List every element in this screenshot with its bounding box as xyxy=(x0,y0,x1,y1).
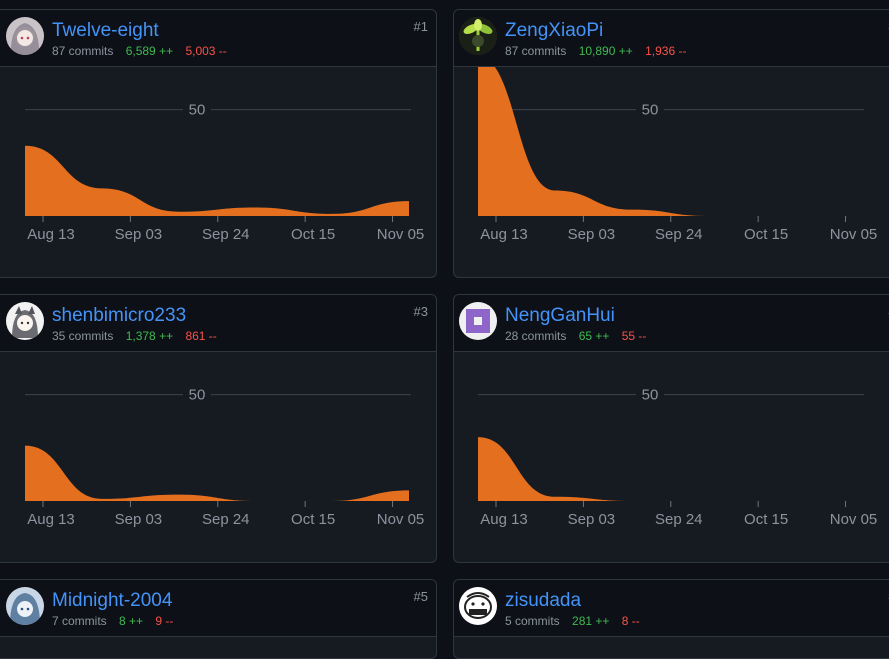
y-tick-label: 50 xyxy=(189,387,206,404)
identicon-avatar-icon[interactable] xyxy=(459,302,497,340)
contributor-username[interactable]: NengGanHui xyxy=(505,305,615,327)
additions-count: 1,378 ++ xyxy=(126,329,173,343)
contribution-area xyxy=(25,146,409,216)
deletions-count: 9 -- xyxy=(155,614,173,628)
card-header: Midnight-2004 7 commits 8 ++ 9 -- #5 xyxy=(0,580,436,637)
deletions-count: 861 -- xyxy=(185,329,216,343)
x-tick-label: Nov 05 xyxy=(377,226,425,243)
x-tick-label: Sep 24 xyxy=(655,226,703,243)
anime-character-avatar-icon[interactable] xyxy=(6,302,44,340)
contributor-stats: 87 commits 10,890 ++ 1,936 -- xyxy=(505,44,686,58)
card-header: shenbimicro233 35 commits 1,378 ++ 861 -… xyxy=(0,295,436,352)
contributor-username[interactable]: zisudada xyxy=(505,590,581,612)
additions-count: 8 ++ xyxy=(119,614,143,628)
contributor-card: zisudada 5 commits 281 ++ 8 -- #6 xyxy=(453,579,889,659)
card-header: Twelve-eight 87 commits 6,589 ++ 5,003 -… xyxy=(0,10,436,67)
contributor-card: Midnight-2004 7 commits 8 ++ 9 -- #5 xyxy=(0,579,437,659)
contributor-card: NengGanHui 28 commits 65 ++ 55 -- #4 50 A… xyxy=(453,294,889,563)
x-tick-label: Sep 24 xyxy=(202,511,250,528)
plant-figure-avatar-icon[interactable] xyxy=(459,17,497,55)
additions-count: 281 ++ xyxy=(572,614,609,628)
y-tick-label: 50 xyxy=(642,102,659,119)
contributor-rank: #1 xyxy=(414,19,428,34)
commit-count[interactable]: 28 commits xyxy=(505,329,566,343)
x-tick-label: Oct 15 xyxy=(744,511,788,528)
x-tick-label: Sep 03 xyxy=(568,511,616,528)
contributor-stats: 35 commits 1,378 ++ 861 -- xyxy=(52,329,217,343)
deletions-count: 5,003 -- xyxy=(185,44,226,58)
contributor-stats: 87 commits 6,589 ++ 5,003 -- xyxy=(52,44,227,58)
contributor-card: shenbimicro233 35 commits 1,378 ++ 861 -… xyxy=(0,294,437,563)
x-tick-label: Sep 24 xyxy=(655,511,703,528)
x-tick-label: Aug 13 xyxy=(27,511,75,528)
x-tick-label: Aug 13 xyxy=(27,226,75,243)
x-tick-label: Oct 15 xyxy=(744,226,788,243)
x-tick-label: Nov 05 xyxy=(830,511,878,528)
commit-count[interactable]: 7 commits xyxy=(52,614,107,628)
contribution-chart: 50 Aug 13 Sep 03 Sep 24 Oct 15 Nov 05 xyxy=(454,352,889,563)
contribution-area xyxy=(478,437,862,501)
commit-count[interactable]: 5 commits xyxy=(505,614,560,628)
contributor-stats: 7 commits 8 ++ 9 -- xyxy=(52,614,173,628)
contribution-chart: 50 Aug 13 Sep 03 Sep 24 Oct 15 Nov 05 xyxy=(0,67,437,278)
deletions-count: 55 -- xyxy=(622,329,647,343)
commit-count[interactable]: 87 commits xyxy=(52,44,113,58)
contributor-card: ZengXiaoPi 87 commits 10,890 ++ 1,936 --… xyxy=(453,9,889,278)
anime-girl-avatar-icon[interactable] xyxy=(6,17,44,55)
contributor-stats: 28 commits 65 ++ 55 -- xyxy=(505,329,646,343)
contributor-rank: #3 xyxy=(414,304,428,319)
contribution-chart: 50 Aug 13 Sep 03 Sep 24 Oct 15 Nov 05 xyxy=(454,67,889,278)
additions-count: 6,589 ++ xyxy=(126,44,173,58)
x-tick-label: Sep 03 xyxy=(115,226,163,243)
anime-blue-avatar-icon[interactable] xyxy=(6,587,44,625)
x-tick-label: Oct 15 xyxy=(291,226,335,243)
additions-count: 65 ++ xyxy=(579,329,610,343)
x-tick-label: Oct 15 xyxy=(291,511,335,528)
card-header: ZengXiaoPi 87 commits 10,890 ++ 1,936 --… xyxy=(454,10,889,67)
contributor-username[interactable]: Twelve-eight xyxy=(52,20,159,42)
contributor-rank: #5 xyxy=(414,589,428,604)
commit-count[interactable]: 87 commits xyxy=(505,44,566,58)
contribution-area xyxy=(25,446,409,501)
contributor-username[interactable]: shenbimicro233 xyxy=(52,305,186,327)
x-tick-label: Aug 13 xyxy=(480,226,528,243)
x-tick-label: Aug 13 xyxy=(480,511,528,528)
x-tick-label: Nov 05 xyxy=(377,511,425,528)
x-tick-label: Sep 03 xyxy=(115,511,163,528)
additions-count: 10,890 ++ xyxy=(579,44,633,58)
y-tick-label: 50 xyxy=(642,387,659,404)
contribution-area xyxy=(478,67,862,216)
deletions-count: 1,936 -- xyxy=(645,44,686,58)
y-tick-label: 50 xyxy=(189,102,206,119)
card-header: zisudada 5 commits 281 ++ 8 -- #6 xyxy=(454,580,889,637)
contributor-username[interactable]: Midnight-2004 xyxy=(52,590,172,612)
contributor-card: Twelve-eight 87 commits 6,589 ++ 5,003 -… xyxy=(0,9,437,278)
x-tick-label: Nov 05 xyxy=(830,226,878,243)
contributor-username[interactable]: ZengXiaoPi xyxy=(505,20,603,42)
deletions-count: 8 -- xyxy=(622,614,640,628)
contribution-chart: 50 Aug 13 Sep 03 Sep 24 Oct 15 Nov 05 xyxy=(0,352,437,563)
x-tick-label: Sep 03 xyxy=(568,226,616,243)
x-tick-label: Sep 24 xyxy=(202,226,250,243)
card-header: NengGanHui 28 commits 65 ++ 55 -- #4 xyxy=(454,295,889,352)
cartoon-face-avatar-icon[interactable] xyxy=(459,587,497,625)
commit-count[interactable]: 35 commits xyxy=(52,329,113,343)
contributor-stats: 5 commits 281 ++ 8 -- xyxy=(505,614,640,628)
